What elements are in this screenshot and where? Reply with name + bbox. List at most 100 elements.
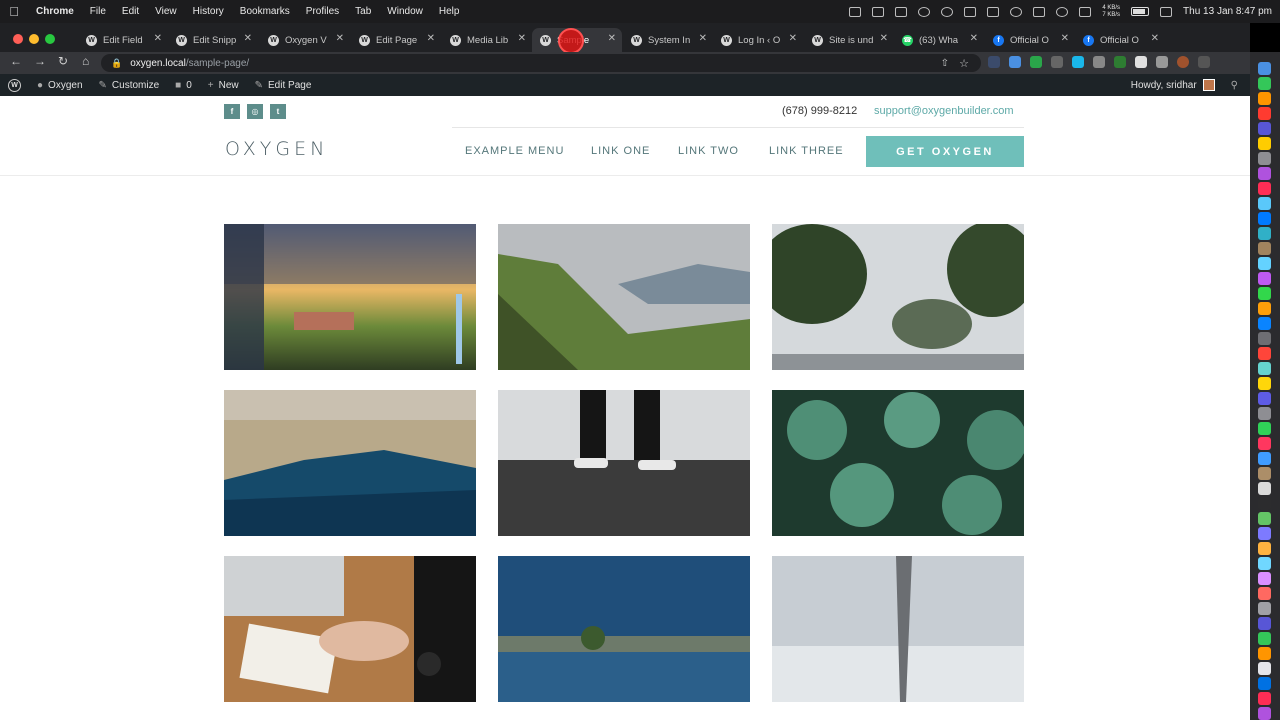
dock-app-icon[interactable] xyxy=(1258,332,1271,345)
browser-tab[interactable]: W Oxygen V ✕ xyxy=(260,28,350,52)
forward-arrow-icon[interactable]: → xyxy=(34,54,46,68)
address-bar[interactable]: 🔒 oxygen.local/sample-page/ ⇧ ☆ xyxy=(101,54,981,72)
menu-window[interactable]: Window xyxy=(379,6,431,17)
dock-app-icon[interactable] xyxy=(1258,197,1271,210)
site-logo[interactable]: OXYGEN xyxy=(225,138,328,160)
dock-app-icon[interactable] xyxy=(1258,182,1271,195)
more-menu-icon[interactable] xyxy=(1198,56,1210,68)
nav-link-two[interactable]: LINK TWO xyxy=(678,145,739,157)
admin-customize[interactable]: ✎ Customize xyxy=(91,80,168,91)
close-tab-icon[interactable]: ✕ xyxy=(518,33,526,44)
gallery-image-lake-tree[interactable] xyxy=(498,556,750,702)
home-icon[interactable]: ⌂ xyxy=(82,54,89,68)
browser-tab[interactable]: W Edit Page ✕ xyxy=(351,28,441,52)
extension-icon[interactable] xyxy=(1114,56,1126,68)
dock-app-icon[interactable] xyxy=(1258,212,1271,225)
share-icon[interactable]: ⇧ xyxy=(941,58,949,69)
dock-app-icon[interactable] xyxy=(1258,692,1271,705)
dock-app-icon[interactable] xyxy=(1258,287,1271,300)
twitter-icon[interactable]: t xyxy=(270,104,286,119)
dock-app-icon[interactable] xyxy=(1258,557,1271,570)
menu-bookmarks[interactable]: Bookmarks xyxy=(232,6,298,17)
close-tab-icon[interactable]: ✕ xyxy=(789,33,797,44)
dock-app-icon[interactable] xyxy=(1258,347,1271,360)
dock-app-icon[interactable] xyxy=(1258,437,1271,450)
browser-tab[interactable]: W Media Lib ✕ xyxy=(442,28,532,52)
browser-tab[interactable]: ☎ (63) Wha ✕ xyxy=(894,28,984,52)
dock-app-icon[interactable] xyxy=(1258,227,1271,240)
profile-avatar[interactable] xyxy=(1177,56,1189,68)
play-icon[interactable] xyxy=(1056,6,1069,17)
dock-app-icon[interactable] xyxy=(1258,107,1271,120)
close-tab-icon[interactable]: ✕ xyxy=(970,33,978,44)
dock-app-icon[interactable] xyxy=(1258,707,1271,720)
browser-tab[interactable]: W Log In ‹ O ✕ xyxy=(713,28,803,52)
dock-app-icon[interactable] xyxy=(1258,122,1271,135)
dock-app-icon[interactable] xyxy=(1258,482,1271,495)
control-center-icon[interactable] xyxy=(1160,6,1173,17)
menu-app-chrome[interactable]: Chrome xyxy=(28,6,82,17)
apple-menu-icon[interactable]:  xyxy=(0,4,28,19)
admin-edit-page[interactable]: ✎ Edit Page xyxy=(247,80,320,91)
extension-icon[interactable] xyxy=(1030,56,1042,68)
dock-app-icon[interactable] xyxy=(1258,572,1271,585)
cast-icon[interactable] xyxy=(987,6,1000,17)
wp-logo-item[interactable]: W xyxy=(0,78,29,92)
header-email[interactable]: support@oxygenbuilder.com xyxy=(874,105,1014,117)
minimize-window-icon[interactable] xyxy=(29,34,39,44)
dock-app-icon[interactable] xyxy=(1258,497,1271,510)
menu-view[interactable]: View xyxy=(147,6,185,17)
dock-app-icon[interactable] xyxy=(1258,512,1271,525)
dock-app-icon[interactable] xyxy=(1258,392,1271,405)
dock-app-icon[interactable] xyxy=(1258,587,1271,600)
close-tab-icon[interactable]: ✕ xyxy=(154,33,162,44)
admin-new[interactable]: + New xyxy=(200,80,247,91)
dock-app-icon[interactable] xyxy=(1258,452,1271,465)
scribble-icon[interactable] xyxy=(872,6,885,17)
maximize-window-icon[interactable] xyxy=(45,34,55,44)
dock-app-icon[interactable] xyxy=(1258,617,1271,630)
close-window-icon[interactable] xyxy=(13,34,23,44)
instagram-icon[interactable]: ◎ xyxy=(247,104,263,119)
gallery-image-orchard[interactable] xyxy=(224,224,476,370)
dock-app-icon[interactable] xyxy=(1258,362,1271,375)
vimeo-icon[interactable] xyxy=(1072,56,1084,68)
close-tab-icon[interactable]: ✕ xyxy=(699,33,707,44)
menu-edit[interactable]: Edit xyxy=(114,6,147,17)
admin-comments[interactable]: ■ 0 xyxy=(167,80,200,91)
dock-app-icon[interactable] xyxy=(1258,242,1271,255)
dock-app-icon[interactable] xyxy=(1258,647,1271,660)
layers-icon[interactable] xyxy=(895,6,908,17)
back-arrow-icon[interactable]: ← xyxy=(10,54,22,68)
menu-history[interactable]: History xyxy=(185,6,232,17)
close-tab-icon[interactable]: ✕ xyxy=(336,33,344,44)
dock-app-icon[interactable] xyxy=(1258,272,1271,285)
admin-account[interactable]: Howdy, sridhar ⚲ xyxy=(1131,74,1238,96)
nav-link-one[interactable]: LINK ONE xyxy=(591,145,650,157)
gallery-image-sneakers[interactable] xyxy=(498,390,750,536)
gallery-image-coast[interactable] xyxy=(224,390,476,536)
browser-tab[interactable]: f Official O ✕ xyxy=(985,28,1075,52)
close-tab-icon[interactable]: ✕ xyxy=(1151,33,1159,44)
puzzle-icon[interactable] xyxy=(1156,56,1168,68)
dock-app-icon[interactable] xyxy=(1258,77,1271,90)
dock-app-icon[interactable] xyxy=(1258,407,1271,420)
get-oxygen-button[interactable]: GET OXYGEN xyxy=(866,136,1024,167)
timer-icon[interactable] xyxy=(1010,6,1023,17)
browser-tab[interactable]: W Edit Field ✕ xyxy=(78,28,168,52)
extension-icon[interactable] xyxy=(1135,56,1147,68)
dock-app-icon[interactable] xyxy=(1258,602,1271,615)
search-icon[interactable] xyxy=(941,6,954,17)
dock-app-icon[interactable] xyxy=(1258,317,1271,330)
browser-tab[interactable]: W Site is und ✕ xyxy=(804,28,894,52)
close-tab-icon[interactable]: ✕ xyxy=(427,33,435,44)
dock-app-icon[interactable] xyxy=(1258,92,1271,105)
dock-app-icon[interactable] xyxy=(1258,152,1271,165)
browser-tab[interactable]: W System In ✕ xyxy=(623,28,713,52)
extension-icon[interactable] xyxy=(988,56,1000,68)
gallery-image-laptop-notebook[interactable] xyxy=(224,556,476,702)
download-icon[interactable] xyxy=(849,6,862,17)
browser-tab[interactable]: W Edit Snipp ✕ xyxy=(168,28,258,52)
wifi-icon[interactable] xyxy=(918,6,931,17)
dock-app-icon[interactable] xyxy=(1258,467,1271,480)
